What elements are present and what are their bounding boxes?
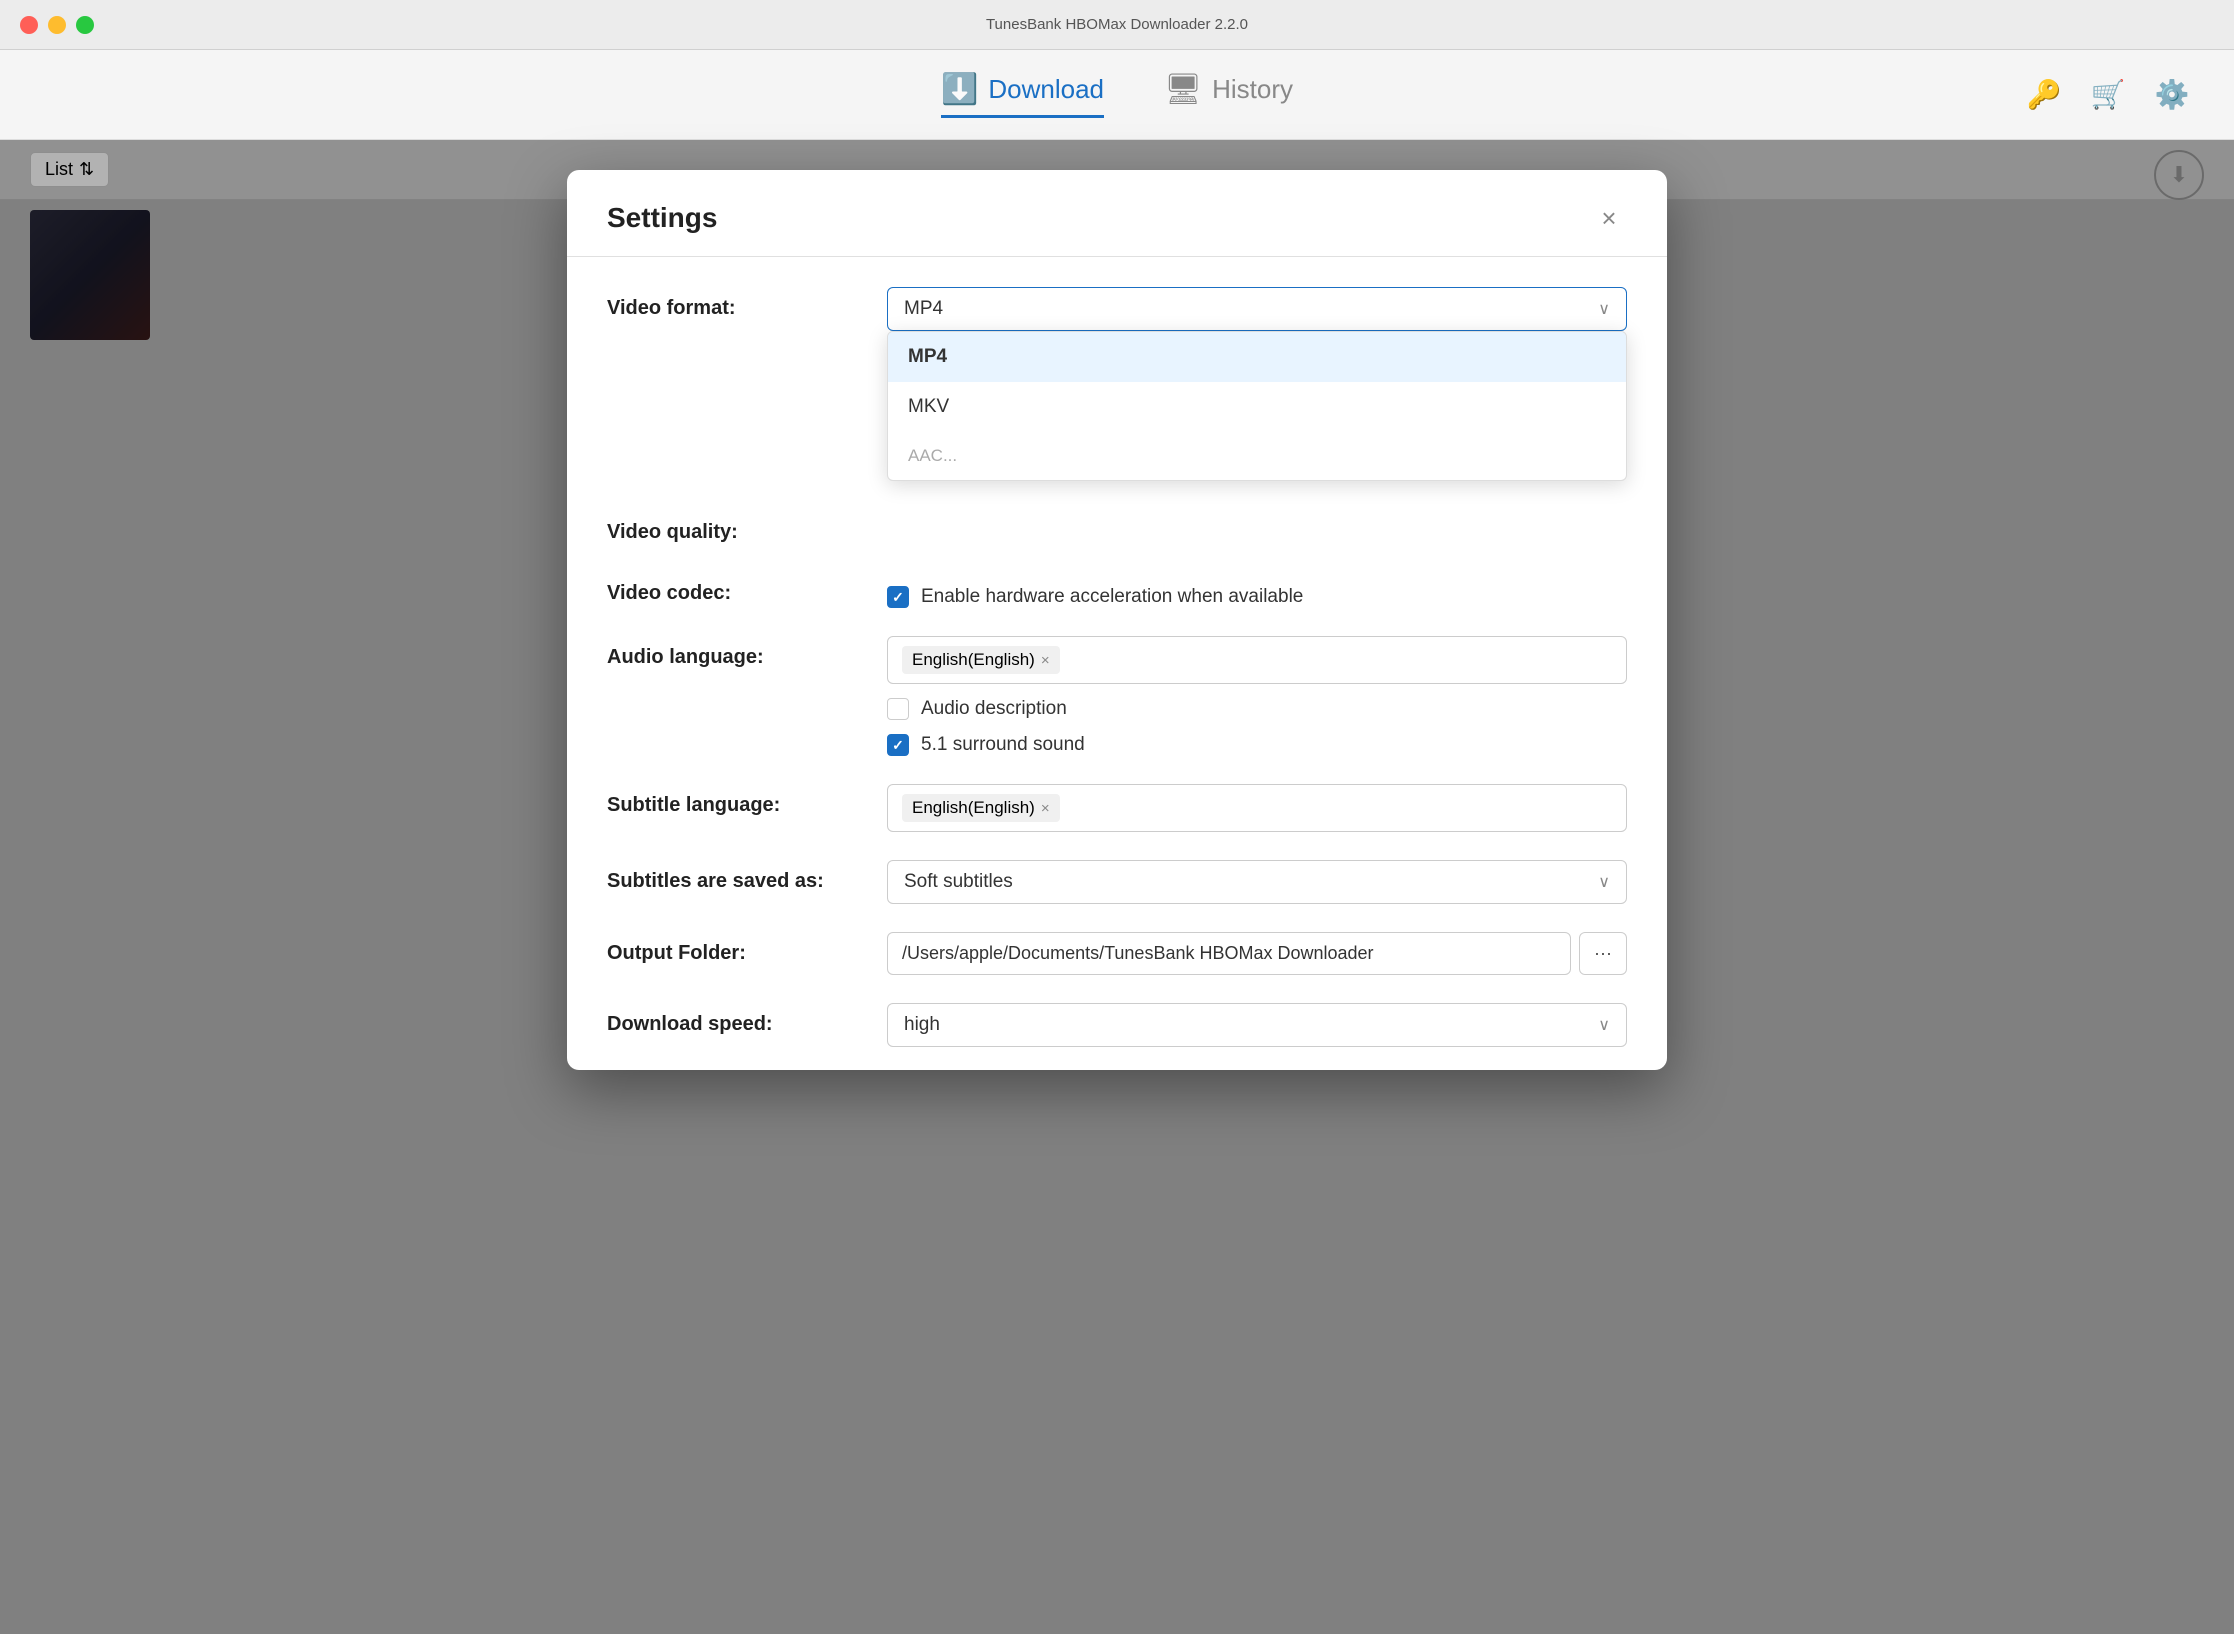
download-speed-control: high ∨	[887, 1003, 1627, 1047]
video-format-select[interactable]: MP4 ∨	[887, 287, 1627, 331]
subtitles-saved-label: Subtitles are saved as:	[607, 860, 887, 893]
audio-language-row: Audio language: English(English) × Audio…	[607, 636, 1627, 756]
audio-language-tag-remove[interactable]: ×	[1041, 652, 1050, 669]
output-folder-control: ···	[887, 932, 1627, 975]
video-quality-row: Video quality:	[607, 511, 1627, 544]
download-speed-row: Download speed: high ∨	[607, 1003, 1627, 1047]
output-folder-input[interactable]	[887, 932, 1571, 975]
modal-overlay: Settings × Video format: MP4 ∨ MP4	[0, 140, 2234, 1634]
surround-sound-row: 5.1 surround sound	[887, 734, 1627, 756]
audio-description-row: Audio description	[887, 698, 1627, 720]
subtitles-saved-select[interactable]: Soft subtitles ∨	[887, 860, 1627, 904]
video-format-label: Video format:	[607, 287, 887, 320]
subtitle-language-input[interactable]: English(English) ×	[887, 784, 1627, 832]
surround-sound-checkbox[interactable]	[887, 734, 909, 756]
hardware-acceleration-label: Enable hardware acceleration when availa…	[921, 586, 1303, 608]
key-icon-button[interactable]: 🔑	[2022, 73, 2066, 117]
video-quality-label: Video quality:	[607, 511, 887, 544]
app-title: TunesBank HBOMax Downloader 2.2.0	[986, 16, 1248, 33]
video-codec-control: Enable hardware acceleration when availa…	[887, 572, 1627, 608]
window-controls	[20, 16, 94, 34]
main-nav: ⬇️ Download 🖥 History 🔑 🛒 ⚙️	[0, 50, 2234, 140]
history-tab-icon: 🖥	[1164, 72, 1202, 107]
content-area: List ⇅ ⬇ Settings × Video format: M	[0, 140, 2234, 1634]
surround-sound-label: 5.1 surround sound	[921, 734, 1085, 756]
download-tab-label: Download	[988, 74, 1104, 105]
video-format-dropdown: MP4 MKV AAC...	[887, 331, 1627, 481]
subtitles-saved-chevron-icon: ∨	[1598, 872, 1610, 892]
audio-language-tag: English(English) ×	[902, 646, 1060, 674]
maximize-button[interactable]	[76, 16, 94, 34]
subtitle-language-tag: English(English) ×	[902, 794, 1060, 822]
audio-description-checkbox[interactable]	[887, 698, 909, 720]
audio-language-control: English(English) × Audio description 5.1…	[887, 636, 1627, 756]
subtitle-language-tag-value: English(English)	[912, 798, 1035, 818]
tab-history[interactable]: 🖥 History	[1164, 72, 1293, 118]
history-tab-label: History	[1212, 74, 1293, 105]
hardware-acceleration-checkbox[interactable]	[887, 586, 909, 608]
download-speed-value: high	[904, 1014, 940, 1036]
video-format-row: Video format: MP4 ∨ MP4 MKV AAC...	[607, 287, 1627, 331]
minimize-button[interactable]	[48, 16, 66, 34]
folder-row: ···	[887, 932, 1627, 975]
dropdown-item-mp4[interactable]: MP4	[888, 332, 1626, 382]
audio-language-label: Audio language:	[607, 636, 887, 669]
settings-modal: Settings × Video format: MP4 ∨ MP4	[567, 170, 1667, 1070]
close-button[interactable]	[20, 16, 38, 34]
tab-download[interactable]: ⬇️ Download	[941, 72, 1104, 118]
titlebar: TunesBank HBOMax Downloader 2.2.0	[0, 0, 2234, 50]
output-folder-row: Output Folder: ···	[607, 932, 1627, 975]
subtitle-language-row: Subtitle language: English(English) ×	[607, 784, 1627, 832]
browse-folder-button[interactable]: ···	[1579, 932, 1627, 975]
subtitle-language-label: Subtitle language:	[607, 784, 887, 817]
output-folder-label: Output Folder:	[607, 932, 887, 965]
cart-icon-button[interactable]: 🛒	[2086, 73, 2130, 117]
audio-language-tag-value: English(English)	[912, 650, 1035, 670]
subtitle-language-control: English(English) ×	[887, 784, 1627, 832]
video-format-control: MP4 ∨ MP4 MKV AAC...	[887, 287, 1627, 331]
video-codec-row: Video codec: Enable hardware acceleratio…	[607, 572, 1627, 608]
download-speed-chevron-icon: ∨	[1598, 1015, 1610, 1035]
modal-header: Settings ×	[567, 170, 1667, 257]
modal-body: Video format: MP4 ∨ MP4 MKV AAC...	[567, 257, 1667, 1070]
video-codec-label: Video codec:	[607, 572, 887, 605]
download-speed-select[interactable]: high ∨	[887, 1003, 1627, 1047]
audio-language-input[interactable]: English(English) ×	[887, 636, 1627, 684]
video-format-value: MP4	[904, 298, 943, 320]
video-format-chevron-icon: ∨	[1598, 299, 1610, 319]
download-tab-icon: ⬇️	[941, 72, 978, 107]
nav-right-icons: 🔑 🛒 ⚙️	[2022, 73, 2194, 117]
dropdown-item-mkv[interactable]: MKV	[888, 382, 1626, 432]
subtitles-saved-control: Soft subtitles ∨	[887, 860, 1627, 904]
dropdown-item-aac[interactable]: AAC...	[888, 432, 1626, 480]
audio-description-label: Audio description	[921, 698, 1067, 720]
modal-title: Settings	[607, 202, 717, 234]
settings-icon-button[interactable]: ⚙️	[2150, 73, 2194, 117]
modal-close-button[interactable]: ×	[1591, 200, 1627, 236]
subtitles-saved-row: Subtitles are saved as: Soft subtitles ∨	[607, 860, 1627, 904]
hardware-acceleration-row: Enable hardware acceleration when availa…	[887, 586, 1627, 608]
subtitle-language-tag-remove[interactable]: ×	[1041, 800, 1050, 817]
subtitles-saved-value: Soft subtitles	[904, 871, 1013, 893]
download-speed-label: Download speed:	[607, 1003, 887, 1036]
